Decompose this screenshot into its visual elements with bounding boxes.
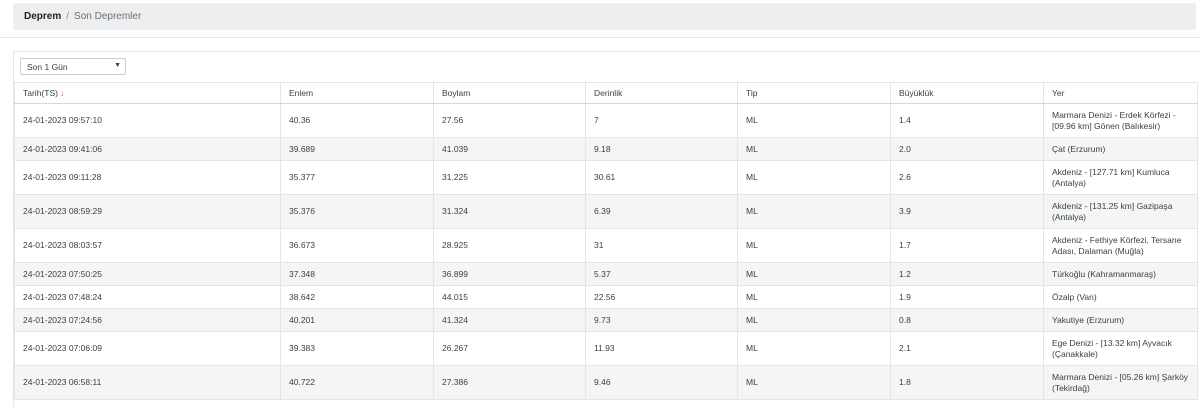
breadcrumb-separator: / bbox=[66, 11, 70, 22]
cell-depth: 6.39 bbox=[585, 194, 738, 229]
cell-depth: 31 bbox=[585, 228, 738, 263]
cell-magnitude: 0.8 bbox=[890, 308, 1044, 332]
cell-magnitude: 1.9 bbox=[890, 285, 1044, 309]
cell-lat: 36.673 bbox=[280, 228, 434, 263]
table-row: 24-01-2023 06:58:11 40.722 27.386 9.46 M… bbox=[14, 365, 1198, 400]
cell-depth: 5.37 bbox=[585, 262, 738, 286]
table-header-row: Tarih(TS) ↓ Enlem Boylam Derinlik Tip Büy… bbox=[14, 82, 1198, 104]
cell-type: ML bbox=[737, 103, 891, 138]
cell-date: 24-01-2023 09:41:06 bbox=[14, 137, 281, 161]
cell-lon: 44.015 bbox=[433, 285, 586, 309]
cell-type: ML bbox=[737, 194, 891, 229]
cell-type: ML bbox=[737, 228, 891, 263]
cell-lat: 39.689 bbox=[280, 137, 434, 161]
cell-lon: 41.039 bbox=[433, 137, 586, 161]
cell-place: Akdeniz - [127.71 km] Kumluca (Antalya) bbox=[1043, 160, 1198, 195]
table-row: 24-01-2023 08:03:57 36.673 28.925 31 ML … bbox=[14, 228, 1198, 263]
cell-depth: 9.73 bbox=[585, 308, 738, 332]
earthquake-table: Tarih(TS) ↓ Enlem Boylam Derinlik Tip Büy… bbox=[14, 82, 1198, 400]
cell-place: Yakutiye (Erzurum) bbox=[1043, 308, 1198, 332]
cell-magnitude: 1.7 bbox=[890, 228, 1044, 263]
cell-lon: 31.225 bbox=[433, 160, 586, 195]
table-row: 24-01-2023 07:48:24 38.642 44.015 22.56 … bbox=[14, 285, 1198, 309]
table-row: 24-01-2023 09:11:28 35.377 31.225 30.61 … bbox=[14, 160, 1198, 195]
sort-down-arrow-icon: ↓ bbox=[59, 87, 65, 98]
cell-lon: 27.386 bbox=[433, 365, 586, 400]
header-date[interactable]: Tarih(TS) ↓ bbox=[14, 82, 281, 104]
cell-magnitude: 1.8 bbox=[890, 365, 1044, 400]
cell-depth: 9.18 bbox=[585, 137, 738, 161]
cell-magnitude: 2.6 bbox=[890, 160, 1044, 195]
cell-magnitude: 3.9 bbox=[890, 194, 1044, 229]
cell-place: Marmara Denizi - [05.26 km] Şarköy (Teki… bbox=[1043, 365, 1198, 400]
cell-depth: 30.61 bbox=[585, 160, 738, 195]
header-divider bbox=[0, 37, 1200, 38]
cell-date: 24-01-2023 07:50:25 bbox=[14, 262, 281, 286]
cell-place: Akdeniz - Fethiye Körfezi, Tersane Adası… bbox=[1043, 228, 1198, 263]
cell-date: 24-01-2023 08:59:29 bbox=[14, 194, 281, 229]
cell-magnitude: 1.4 bbox=[890, 103, 1044, 138]
cell-depth: 22.56 bbox=[585, 285, 738, 309]
triangle-down-icon: ▼ bbox=[114, 62, 121, 69]
earthquake-card: Son 1 Gün ▼ Tarih(TS) ↓ Enlem Boylam Deri… bbox=[13, 51, 1200, 407]
cell-lat: 38.642 bbox=[280, 285, 434, 309]
cell-lat: 37.348 bbox=[280, 262, 434, 286]
cell-magnitude: 2.1 bbox=[890, 331, 1044, 366]
time-range-select[interactable]: Son 1 Gün ▼ bbox=[20, 58, 126, 75]
cell-date: 24-01-2023 06:58:11 bbox=[14, 365, 281, 400]
table-row: 24-01-2023 07:50:25 37.348 36.899 5.37 M… bbox=[14, 262, 1198, 286]
breadcrumb-current: Son Depremler bbox=[74, 11, 142, 22]
cell-place: Türkoğlu (Kahramanmaraş) bbox=[1043, 262, 1198, 286]
cell-date: 24-01-2023 08:03:57 bbox=[14, 228, 281, 263]
cell-depth: 9.46 bbox=[585, 365, 738, 400]
header-depth[interactable]: Derinlik bbox=[585, 82, 738, 104]
header-lon[interactable]: Boylam bbox=[433, 82, 586, 104]
cell-date: 24-01-2023 09:57:10 bbox=[14, 103, 281, 138]
cell-place: Akdeniz - [131.25 km] Gazipaşa (Antalya) bbox=[1043, 194, 1198, 229]
cell-place: Özalp (Van) bbox=[1043, 285, 1198, 309]
table-row: 24-01-2023 09:41:06 39.689 41.039 9.18 M… bbox=[14, 137, 1198, 161]
cell-type: ML bbox=[737, 365, 891, 400]
cell-lon: 26.267 bbox=[433, 331, 586, 366]
header-magnitude[interactable]: Büyüklük bbox=[890, 82, 1044, 104]
breadcrumb: Deprem / Son Depremler bbox=[13, 3, 1196, 30]
header-type[interactable]: Tip bbox=[737, 82, 891, 104]
cell-lat: 35.377 bbox=[280, 160, 434, 195]
table-row: 24-01-2023 08:59:29 35.376 31.324 6.39 M… bbox=[14, 194, 1198, 229]
cell-type: ML bbox=[737, 160, 891, 195]
cell-type: ML bbox=[737, 285, 891, 309]
cell-date: 24-01-2023 07:24:56 bbox=[14, 308, 281, 332]
cell-lon: 31.324 bbox=[433, 194, 586, 229]
table-row: 24-01-2023 07:24:56 40.201 41.324 9.73 M… bbox=[14, 308, 1198, 332]
cell-lat: 35.376 bbox=[280, 194, 434, 229]
cell-lat: 40.722 bbox=[280, 365, 434, 400]
cell-depth: 7 bbox=[585, 103, 738, 138]
header-place[interactable]: Yer bbox=[1043, 82, 1198, 104]
cell-place: Çat (Erzurum) bbox=[1043, 137, 1198, 161]
cell-lat: 40.201 bbox=[280, 308, 434, 332]
cell-lon: 27.56 bbox=[433, 103, 586, 138]
cell-depth: 11.93 bbox=[585, 331, 738, 366]
table-row: 24-01-2023 09:57:10 40.36 27.56 7 ML 1.4… bbox=[14, 103, 1198, 138]
cell-magnitude: 2.0 bbox=[890, 137, 1044, 161]
cell-magnitude: 1.2 bbox=[890, 262, 1044, 286]
table-row: 24-01-2023 07:06:09 39.383 26.267 11.93 … bbox=[14, 331, 1198, 366]
cell-lon: 41.324 bbox=[433, 308, 586, 332]
cell-date: 24-01-2023 07:06:09 bbox=[14, 331, 281, 366]
cell-type: ML bbox=[737, 262, 891, 286]
cell-lat: 40.36 bbox=[280, 103, 434, 138]
cell-lon: 28.925 bbox=[433, 228, 586, 263]
cell-place: Ege Denizi - [13.32 km] Ayvacık (Çanakka… bbox=[1043, 331, 1198, 366]
cell-lat: 39.383 bbox=[280, 331, 434, 366]
header-lat[interactable]: Enlem bbox=[280, 82, 434, 104]
cell-lon: 36.899 bbox=[433, 262, 586, 286]
cell-date: 24-01-2023 09:11:28 bbox=[14, 160, 281, 195]
breadcrumb-deprem-link[interactable]: Deprem bbox=[24, 11, 61, 22]
cell-date: 24-01-2023 07:48:24 bbox=[14, 285, 281, 309]
cell-place: Marmara Denizi - Erdek Körfezi - [09.96 … bbox=[1043, 103, 1198, 138]
cell-type: ML bbox=[737, 137, 891, 161]
cell-type: ML bbox=[737, 331, 891, 366]
cell-type: ML bbox=[737, 308, 891, 332]
time-range-select-value: Son 1 Gün bbox=[27, 61, 68, 72]
